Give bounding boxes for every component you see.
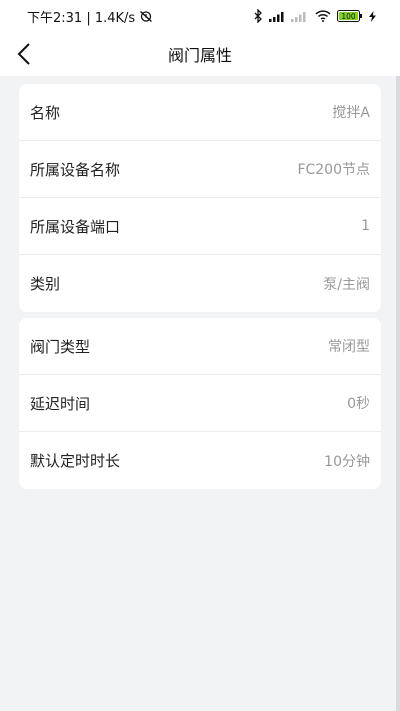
- alarm-off-icon: [139, 9, 153, 23]
- row-value: 0秒: [347, 396, 370, 412]
- status-right: 100: [254, 9, 376, 23]
- nav-bar: 阀门属性: [0, 32, 400, 76]
- row-label: 默认定时时长: [30, 452, 121, 470]
- valve-settings-card: 阀门类型 常闭型 延迟时间 0秒 默认定时时长 10分钟: [19, 318, 381, 489]
- wifi-icon: [315, 10, 331, 22]
- row-delay-time[interactable]: 延迟时间 0秒: [19, 375, 381, 432]
- row-value: 常闭型: [328, 339, 370, 355]
- status-left: 下午2:31 | 1.4K/s: [27, 7, 153, 26]
- scroll-edge: [396, 76, 400, 711]
- row-value: FC200节点: [297, 162, 370, 178]
- row-value: 搅拌A: [332, 105, 370, 121]
- battery-icon: 100: [337, 10, 363, 22]
- row-label: 名称: [30, 103, 61, 122]
- row-value: 泵/主阀: [323, 276, 370, 293]
- row-label: 阀门类型: [30, 337, 91, 356]
- basic-info-card: 名称 搅拌A 所属设备名称 FC200节点 所属设备端口 1 类别 泵/主阀: [19, 84, 381, 312]
- row-label: 所属设备名称: [30, 160, 121, 179]
- row-valve-type[interactable]: 阀门类型 常闭型: [19, 318, 381, 375]
- back-button[interactable]: [6, 36, 42, 72]
- content: 名称 搅拌A 所属设备名称 FC200节点 所属设备端口 1 类别 泵/主阀 阀…: [0, 76, 400, 489]
- row-label: 延迟时间: [30, 394, 91, 413]
- row-label: 类别: [30, 275, 61, 293]
- row-device-name[interactable]: 所属设备名称 FC200节点: [19, 141, 381, 198]
- row-default-timer[interactable]: 默认定时时长 10分钟: [19, 432, 381, 489]
- row-label: 所属设备端口: [30, 217, 121, 236]
- signal-icon: [269, 10, 309, 22]
- row-name[interactable]: 名称 搅拌A: [19, 84, 381, 141]
- status-bar: 下午2:31 | 1.4K/s 100: [0, 0, 400, 32]
- row-device-port[interactable]: 所属设备端口 1: [19, 198, 381, 255]
- row-value: 10分钟: [324, 453, 370, 470]
- bluetooth-icon: [254, 9, 263, 23]
- status-time-speed: 下午2:31 | 1.4K/s: [27, 10, 136, 26]
- row-value: 1: [361, 218, 370, 234]
- page-title: 阀门属性: [167, 46, 232, 65]
- battery-level: 100: [341, 12, 356, 21]
- screen: 下午2:31 | 1.4K/s 100 阀门属性 名称 搅拌A 所属设备名称 F…: [0, 0, 400, 711]
- chevron-left-icon: [17, 43, 31, 65]
- row-category[interactable]: 类别 泵/主阀: [19, 255, 381, 312]
- charging-icon: [369, 10, 376, 22]
